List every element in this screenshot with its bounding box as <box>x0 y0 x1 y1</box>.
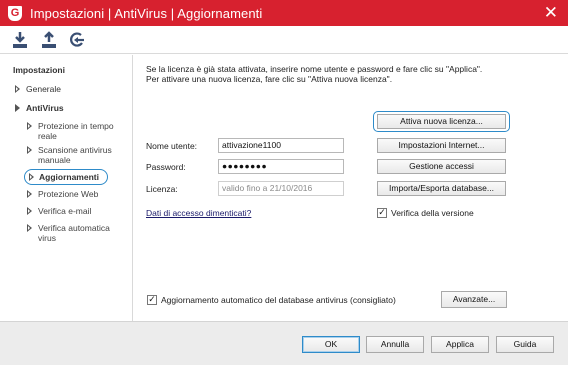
expand-arrow-icon[interactable] <box>27 146 32 154</box>
forgot-credentials-link[interactable]: Dati di accesso dimenticati? <box>146 208 251 218</box>
reset-icon[interactable] <box>68 31 86 49</box>
password-label: Password: <box>146 162 186 172</box>
expand-arrow-icon[interactable] <box>27 224 32 232</box>
window-title: Impostazioni | AntiVirus | Aggiornamenti <box>30 5 263 21</box>
import-icon[interactable] <box>11 31 29 49</box>
license-field: valido fino a 21/10/2016 <box>218 181 344 196</box>
sidebar-item-verifica-email[interactable]: Verifica e-mail <box>38 206 91 216</box>
auto-update-label: Aggiornamento automatico del database an… <box>161 295 396 305</box>
expand-arrow-icon[interactable] <box>29 173 34 181</box>
help-button[interactable]: Guida <box>496 336 554 353</box>
license-label: Licenza: <box>146 184 178 194</box>
settings-sidebar: Impostazioni Generale AntiVirus Protezio… <box>0 55 133 321</box>
cancel-button[interactable]: Annulla <box>366 336 424 353</box>
sidebar-item-aggiornamenti[interactable]: Aggiornamenti <box>39 172 99 182</box>
sidebar-item-protezione-tempo-reale[interactable]: Protezione in tempo reale <box>38 121 128 141</box>
version-check-checkbox[interactable]: ✓ <box>377 208 387 218</box>
export-icon[interactable] <box>40 31 58 49</box>
expand-arrow-icon[interactable] <box>27 122 32 130</box>
sidebar-item-protezione-web[interactable]: Protezione Web <box>38 189 98 199</box>
intro-line-2: Per attivare una nuova licenza, fare cli… <box>146 74 393 84</box>
import-export-database-button[interactable]: Importa/Esporta database... <box>377 181 506 196</box>
dialog-footer: OK Annulla Applica Guida <box>0 321 568 365</box>
internet-settings-button[interactable]: Impostazioni Internet... <box>377 138 506 153</box>
collapse-arrow-icon[interactable] <box>15 104 20 112</box>
advanced-button[interactable]: Avanzate... <box>441 291 507 308</box>
expand-arrow-icon[interactable] <box>27 190 32 198</box>
toolbar <box>0 26 568 54</box>
updates-panel: Se la licenza è già stata attivata, inse… <box>134 55 568 321</box>
password-field[interactable]: ●●●●●●●● <box>218 159 344 174</box>
ok-button[interactable]: OK <box>302 336 360 353</box>
username-field[interactable]: attivazione1100 <box>218 138 344 153</box>
access-management-button[interactable]: Gestione accessi <box>377 159 506 174</box>
version-check-label: Verifica della versione <box>391 208 474 218</box>
activate-license-button[interactable]: Attiva nuova licenza... <box>377 114 506 129</box>
expand-arrow-icon[interactable] <box>15 85 20 93</box>
username-label: Nome utente: <box>146 141 198 151</box>
sidebar-item-scansione-manuale[interactable]: Scansione antivirus manuale <box>38 145 128 165</box>
apply-button[interactable]: Applica <box>431 336 489 353</box>
gdata-logo-icon: G <box>8 5 22 21</box>
auto-update-checkbox[interactable]: ✓ <box>147 295 157 305</box>
intro-text: Se la licenza è già stata attivata, inse… <box>146 64 546 84</box>
sidebar-item-verifica-automatica[interactable]: Verifica automatica virus <box>38 223 118 243</box>
sidebar-item-antivirus[interactable]: AntiVirus <box>26 103 64 113</box>
intro-line-1: Se la licenza è già stata attivata, inse… <box>146 64 483 74</box>
title-bar: G Impostazioni | AntiVirus | Aggiornamen… <box>0 0 568 26</box>
sidebar-item-generale[interactable]: Generale <box>26 84 61 94</box>
sidebar-header: Impostazioni <box>13 65 65 75</box>
expand-arrow-icon[interactable] <box>27 207 32 215</box>
close-button[interactable]: ✕ <box>544 3 558 23</box>
